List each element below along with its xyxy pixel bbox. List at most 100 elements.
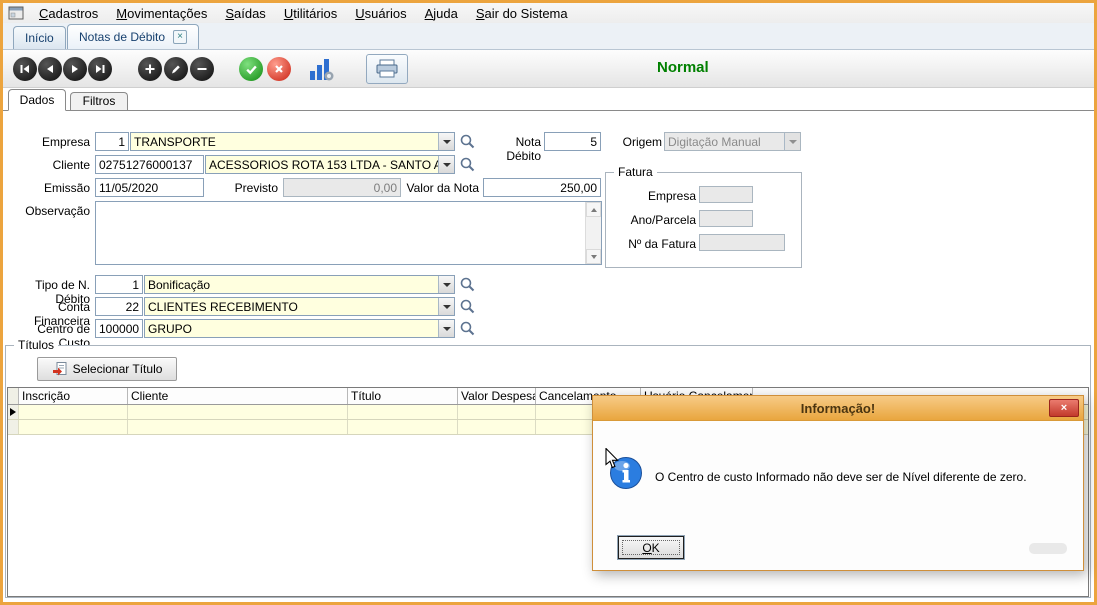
nav-prev-button[interactable] [38,57,62,81]
centro-custo-combo[interactable]: GRUPO [144,319,455,338]
x-icon [273,63,285,75]
grid-header-titulo[interactable]: Título [348,388,458,404]
tipo-debito-combo-value: Bonificação [145,276,454,294]
cliente-dropdown-button[interactable] [438,156,454,173]
origem-combo-value: Digitação Manual [665,133,800,151]
chart-icon [308,56,334,82]
grid-header-inscricao[interactable]: Inscrição [19,388,128,404]
selecionar-titulo-button[interactable]: Selecionar Título [37,357,177,381]
search-icon [459,156,476,173]
menu-usuarios[interactable]: Usuários [346,4,415,23]
menu-saidas[interactable]: Saídas [216,4,274,23]
menu-movimentacoes[interactable]: Movimentações [107,4,216,23]
tipo-debito-search-button[interactable] [459,276,477,294]
empresa-dropdown-button[interactable] [438,133,454,150]
cancel-button[interactable] [267,57,291,81]
check-icon [245,63,258,76]
print-button[interactable] [366,54,408,84]
grid-header-valor-despesas[interactable]: Valor Despesas [458,388,536,404]
conta-financeira-code-input[interactable] [95,297,143,316]
previsto-label: Previsto [203,181,278,195]
dialog-titlebar[interactable]: Informação! × [593,396,1083,421]
nota-debito-input[interactable] [544,132,601,151]
dialog-title: Informação! [801,401,875,416]
observacao-scrollbar[interactable] [585,202,601,264]
app-icon [8,5,24,21]
tipo-debito-combo[interactable]: Bonificação [144,275,455,294]
fatura-empresa-input [699,186,753,203]
valor-nota-label: Valor da Nota [403,181,479,195]
tab-dados[interactable]: Dados [8,89,66,111]
select-document-icon [52,361,68,377]
observacao-label: Observação [4,204,90,218]
emissao-input[interactable] [95,178,204,197]
valor-nota-input[interactable] [483,178,601,197]
row-selector-cell [8,405,19,419]
empresa-search-button[interactable] [459,133,477,151]
confirm-button[interactable] [239,57,263,81]
nav-last-button[interactable] [88,57,112,81]
menu-ajuda[interactable]: Ajuda [416,4,467,23]
add-record-button[interactable] [138,57,162,81]
tabsheet-border [3,110,1094,111]
ok-button[interactable]: OK [618,536,684,559]
dialog-message: O Centro de custo Informado não deve ser… [655,470,1069,484]
status-label: Normal [657,59,737,76]
nav-last-icon [94,63,106,75]
fatura-groupbox: Fatura Empresa Ano/Parcela Nº da Fatura [605,172,802,268]
dialog-close-button[interactable]: × [1049,399,1079,417]
search-icon [459,320,476,337]
tab-inicio-label: Início [25,31,54,45]
centro-custo-code-input[interactable] [95,319,143,338]
fatura-empresa-label: Empresa [612,189,696,203]
tab-notas-debito[interactable]: Notas de Débito × [67,24,199,49]
scroll-down-button[interactable] [586,249,601,264]
centro-custo-search-button[interactable] [459,320,477,338]
conta-financeira-combo-value: CLIENTES RECEBIMENTO [145,298,454,316]
conta-financeira-search-button[interactable] [459,298,477,316]
grid-header-cliente[interactable]: Cliente [128,388,348,404]
titulos-legend: Títulos [14,338,58,352]
tab-inicio[interactable]: Início [13,26,66,49]
centro-custo-dropdown-button[interactable] [438,320,454,337]
pencil-icon [170,63,182,75]
nav-first-icon [19,63,31,75]
tab-filtros[interactable]: Filtros [70,92,128,110]
tipo-debito-code-input[interactable] [95,275,143,294]
conta-financeira-dropdown-button[interactable] [438,298,454,315]
origem-dropdown-button [784,133,800,150]
menu-sair[interactable]: Sair do Sistema [467,4,577,23]
tipo-debito-dropdown-button[interactable] [438,276,454,293]
chevron-down-icon [443,283,451,287]
cliente-label: Cliente [4,158,90,172]
tab-strip: Início Notas de Débito × [3,23,1094,50]
cliente-code-input[interactable] [95,155,204,174]
grid-selector-header [8,388,19,404]
selecionar-titulo-label: Selecionar Título [73,362,163,376]
empresa-code-input[interactable] [95,132,129,151]
nav-next-button[interactable] [63,57,87,81]
empresa-combo[interactable]: TRANSPORTE [130,132,455,151]
menu-cadastros[interactable]: Cadastros [30,4,107,23]
cliente-search-button[interactable] [459,156,477,174]
tab-close-icon[interactable]: × [173,30,187,44]
scroll-up-button[interactable] [586,202,601,217]
delete-record-button[interactable] [190,57,214,81]
minus-icon [196,63,208,75]
edit-record-button[interactable] [164,57,188,81]
fatura-numero-label: Nº da Fatura [612,237,696,251]
menu-bar: Cadastros Movimentações Saídas Utilitári… [3,3,1094,23]
nota-debito-label: Nota Débito [486,135,541,163]
row-selector-cell [8,420,19,434]
menu-utilitarios[interactable]: Utilitários [275,4,346,23]
cliente-combo[interactable]: ACESSORIOS ROTA 153 LTDA - SANTO ANTON [205,155,455,174]
nav-first-button[interactable] [13,57,37,81]
chevron-down-icon [443,140,451,144]
report-chart-button[interactable] [308,56,334,82]
dialog-artifact [1029,543,1067,554]
conta-financeira-combo[interactable]: CLIENTES RECEBIMENTO [144,297,455,316]
observacao-textarea[interactable] [95,201,602,265]
empresa-label: Empresa [4,135,90,149]
chevron-down-icon [443,163,451,167]
chevron-down-icon [443,305,451,309]
